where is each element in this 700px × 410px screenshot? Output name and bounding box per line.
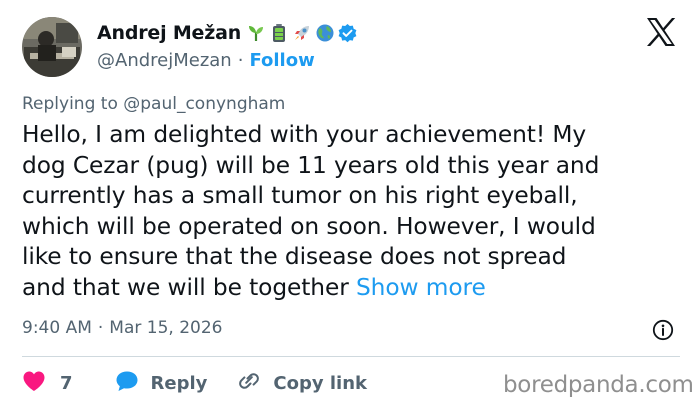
watermark: boredpanda.com (503, 372, 694, 398)
follow-button[interactable]: Follow (249, 50, 314, 71)
tweet-text: Hello, I am delighted with your achievem… (22, 120, 682, 303)
author-emojis (245, 23, 358, 44)
meta-separator: · (97, 318, 104, 338)
divider (22, 356, 680, 357)
action-bar: 7 Reply Copy link (22, 370, 367, 396)
rocket-icon (291, 23, 312, 44)
x-logo-icon[interactable] (645, 17, 677, 47)
copy-link-label: Copy link (273, 372, 367, 394)
info-icon[interactable] (652, 319, 674, 341)
reply-context: Replying to @paul_conyngham (22, 94, 285, 114)
reply-context-handle[interactable]: @paul_conyngham (123, 94, 285, 114)
author-name[interactable]: Andrej Mežan (97, 22, 241, 44)
reply-label: Reply (150, 372, 208, 394)
avatar[interactable] (22, 17, 82, 77)
copy-link-button[interactable]: Copy link (237, 370, 367, 396)
tweet-timestamp[interactable]: 9:40 AM · Mar 15, 2026 (22, 318, 222, 338)
tweet-time: 9:40 AM (22, 318, 92, 338)
link-icon (237, 370, 261, 396)
globe-icon (314, 23, 335, 44)
seedling-icon (245, 23, 266, 44)
tweet-date: Mar 15, 2026 (109, 318, 223, 338)
speech-bubble-icon (115, 370, 139, 396)
handle-separator: · (237, 49, 244, 71)
show-more-link[interactable]: Show more (356, 274, 486, 301)
verified-badge-icon (337, 23, 358, 44)
like-button[interactable]: 7 (22, 370, 73, 396)
battery-icon (268, 23, 289, 44)
reply-button[interactable]: Reply (115, 370, 208, 396)
heart-icon (22, 370, 46, 396)
author-handle-row: @AndrejMezan · Follow (97, 48, 315, 72)
author-name-row: Andrej Mežan (97, 20, 358, 46)
like-count: 7 (60, 372, 73, 394)
reply-context-prefix: Replying to (22, 94, 118, 114)
author-handle[interactable]: @AndrejMezan (97, 50, 232, 71)
tweet-body: Hello, I am delighted with your achievem… (22, 121, 600, 301)
